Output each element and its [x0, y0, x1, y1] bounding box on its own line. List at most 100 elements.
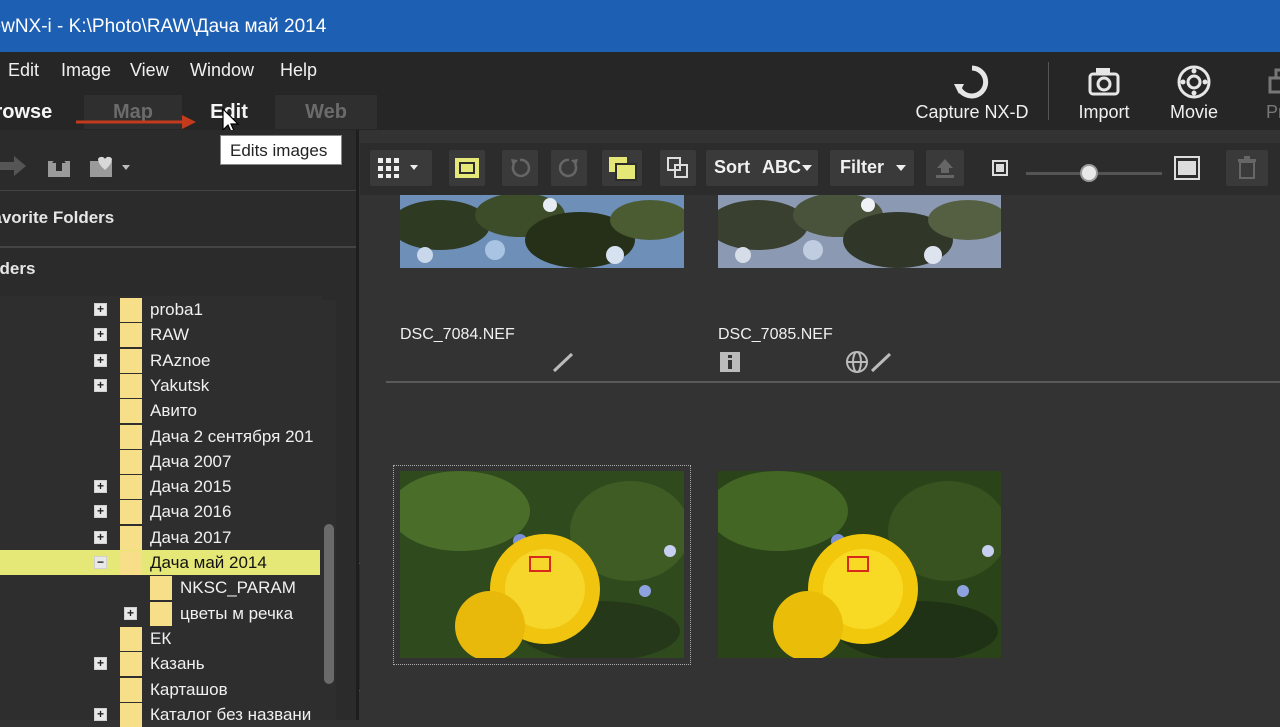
folder-tree-item[interactable]: Карташов: [0, 677, 320, 702]
favorite-folder-icon[interactable]: [88, 153, 134, 179]
folder-icon: [120, 348, 142, 373]
folder-icon: [120, 525, 142, 550]
rotate-left-button[interactable]: [502, 150, 538, 186]
capture-nxd-button[interactable]: Capture NX-D: [915, 60, 1029, 130]
arrow-annotation-icon: [76, 115, 196, 129]
thumbnail-dsc-7084[interactable]: [400, 195, 684, 268]
folder-tree-item-label: Дача 2016: [150, 502, 232, 522]
folder-tree-item-label: Казань: [150, 654, 205, 674]
edit-tab-tooltip: Edits images: [220, 135, 342, 165]
folder-tree-item[interactable]: + RAznoe: [0, 348, 320, 373]
print-label: Pr: [1266, 102, 1280, 122]
label-stamp-icon: [936, 159, 954, 178]
folder-tree-item[interactable]: + Казань: [0, 651, 320, 677]
folder-tree-item-label: RAznoe: [150, 350, 211, 370]
expand-icon[interactable]: +: [94, 353, 107, 367]
menu-edit[interactable]: Edit: [8, 60, 39, 81]
folder-tree-item[interactable]: + Yakutsk: [0, 373, 320, 398]
edited-brush-icon: [870, 352, 892, 373]
label-button[interactable]: [926, 150, 964, 186]
folder-up-icon[interactable]: [46, 153, 74, 179]
folder-icon: [120, 551, 142, 575]
menu-image[interactable]: Image: [61, 60, 111, 81]
large-thumb-button[interactable]: [1168, 150, 1206, 186]
folder-icon: [120, 298, 142, 322]
stack-button[interactable]: [602, 150, 642, 186]
filter-label: Filter: [840, 157, 885, 177]
tab-web[interactable]: Web: [275, 95, 377, 129]
filter-button[interactable]: Filter: [830, 150, 914, 186]
folder-tree-item[interactable]: + proba1: [0, 297, 320, 322]
folder-icon: [120, 373, 142, 398]
expand-icon[interactable]: +: [124, 606, 137, 620]
compare-icon: [667, 157, 688, 178]
thumbnail-dandelion-2[interactable]: [718, 471, 1001, 658]
small-thumb-button[interactable]: [982, 150, 1018, 186]
sort-value: ABC: [762, 157, 801, 177]
chevron-down-icon: [896, 165, 906, 171]
print-button[interactable]: Pr: [1258, 60, 1280, 130]
folder-tree-item[interactable]: NKSC_PARAM: [0, 575, 320, 601]
scrollbar-thumb[interactable]: [324, 524, 334, 684]
favorite-folders-header[interactable]: Favorite Folders: [0, 208, 338, 228]
capture-nxd-icon: [954, 65, 989, 99]
expand-icon[interactable]: +: [94, 480, 107, 494]
movie-label: Movie: [1169, 102, 1218, 122]
forward-arrow-icon[interactable]: [0, 153, 30, 179]
leaves-photo: [718, 195, 1001, 268]
folder-tree-item[interactable]: + RAW: [0, 322, 320, 348]
folder-icon: [120, 652, 142, 677]
expand-icon[interactable]: +: [94, 303, 107, 316]
menu-window[interactable]: Window: [190, 60, 254, 81]
movie-icon: [1177, 65, 1211, 99]
edited-brush-icon: [552, 352, 574, 373]
expand-icon[interactable]: +: [94, 328, 107, 342]
rotate-right-button[interactable]: [551, 150, 587, 186]
folder-icon: [120, 677, 142, 702]
tooltip-text: Edits images: [230, 141, 328, 160]
info-icon: [720, 352, 740, 372]
thumbnail-dandelion-1[interactable]: [400, 471, 684, 658]
view-mode-button[interactable]: [370, 150, 432, 186]
fit-button[interactable]: [449, 150, 485, 186]
compare-button[interactable]: [660, 150, 696, 186]
folder-tree-item-label: Дача 2007: [150, 451, 232, 471]
leaves-photo: [400, 195, 684, 268]
folder-tree-item[interactable]: + Дача 2017: [0, 525, 320, 550]
folder-tree-item[interactable]: Дача 2 сентября 201: [0, 424, 320, 449]
folder-tree-item[interactable]: Авито: [0, 398, 320, 424]
expand-icon[interactable]: +: [94, 378, 107, 392]
folder-icon: [120, 323, 142, 348]
dandelion-photo: [718, 471, 1001, 658]
thumb-size-slider-knob[interactable]: [1079, 164, 1098, 182]
delete-button[interactable]: [1226, 150, 1268, 186]
folder-tree-item[interactable]: + Дача 2015: [0, 474, 320, 500]
tab-browse[interactable]: Browse: [0, 95, 62, 129]
folder-icon: [120, 475, 142, 500]
folder-tree-item[interactable]: ЕК: [0, 626, 320, 651]
folder-tree-item-label: ЕК: [150, 628, 172, 648]
folder-tree-item[interactable]: + цветы м речка: [0, 601, 320, 626]
menu-view[interactable]: View: [130, 60, 169, 81]
folder-tree-item[interactable]: − Дача май 2014: [0, 550, 320, 575]
folder-tree-item[interactable]: + Каталог без названи: [0, 702, 320, 727]
rotate-right-icon: [558, 158, 578, 178]
expand-icon[interactable]: +: [94, 657, 107, 671]
thumbnail-dsc-7085[interactable]: [718, 195, 1001, 268]
sort-button[interactable]: Sort ABC: [706, 150, 818, 186]
expand-icon[interactable]: +: [94, 707, 107, 721]
folder-tree-item[interactable]: Дача 2007: [0, 449, 320, 474]
menu-help[interactable]: Help: [280, 60, 317, 81]
folder-tree-item[interactable]: + Дача 2016: [0, 499, 320, 525]
expand-icon[interactable]: +: [94, 505, 107, 519]
chevron-down-icon: [802, 165, 812, 171]
folder-tree-item-label: Карташов: [150, 679, 228, 699]
small-thumbnail-icon: [992, 160, 1008, 176]
panel-splitter[interactable]: [356, 130, 359, 720]
collapse-icon[interactable]: −: [94, 556, 107, 569]
folders-header[interactable]: Folders: [0, 259, 330, 279]
capture-nxd-label: Capture NX-D: [915, 102, 1029, 122]
expand-icon[interactable]: +: [94, 530, 107, 544]
movie-button[interactable]: Movie: [1139, 60, 1249, 130]
row-divider: [386, 381, 1280, 383]
